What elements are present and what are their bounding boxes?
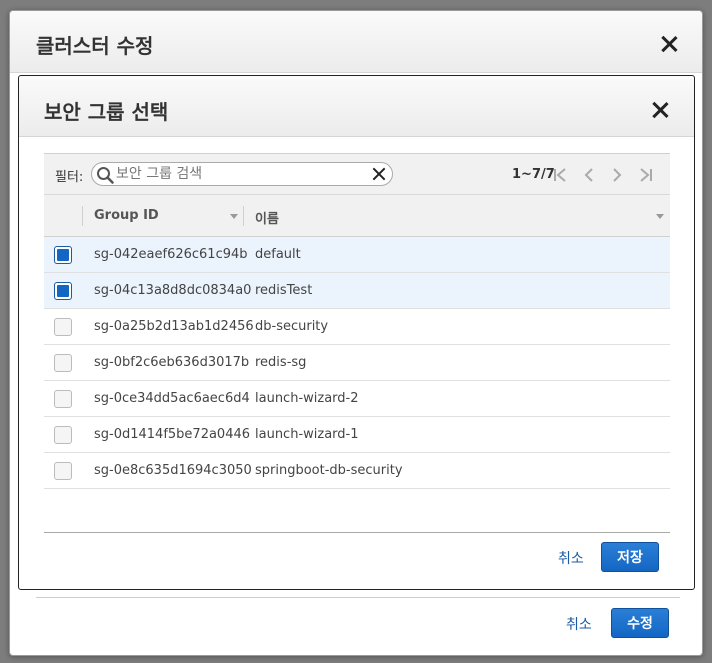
column-divider <box>243 206 244 226</box>
group-id-cell: sg-0a25b2d13ab1d2456 <box>94 319 254 334</box>
table-row[interactable]: sg-0a25b2d13ab1d2456 db-security <box>44 309 670 345</box>
filter-label: 필터: <box>55 170 84 185</box>
group-id-cell: sg-0bf2c6eb636d3017b <box>94 355 250 370</box>
column-divider <box>82 206 83 226</box>
first-page-icon[interactable] <box>553 167 569 183</box>
row-checkbox[interactable] <box>54 354 72 372</box>
group-id-cell: sg-0d1414f5be72a0446 <box>94 427 251 442</box>
table-bottom-divider <box>44 532 670 533</box>
group-name-cell: launch-wizard-2 <box>255 391 359 406</box>
group-name-cell: default <box>255 247 301 262</box>
column-header-name[interactable]: 이름 <box>255 208 279 227</box>
group-name-cell: redis-sg <box>255 355 307 370</box>
sort-arrow-icon[interactable] <box>230 214 238 219</box>
row-checkbox[interactable] <box>54 462 72 480</box>
select-security-group-title: 보안 그룹 선택 <box>44 100 169 124</box>
search-box[interactable] <box>91 162 393 186</box>
prev-page-icon[interactable] <box>581 167 597 183</box>
security-group-table: 필터: 1~7/7 <box>44 153 670 566</box>
select-security-group-header: 보안 그룹 선택 <box>19 76 694 137</box>
pagination-count: 1~7/7 <box>512 167 555 182</box>
row-checkbox[interactable] <box>54 318 72 336</box>
row-checkbox[interactable] <box>54 390 72 408</box>
edit-cluster-header: 클러스터 수정 <box>10 11 702 73</box>
group-id-cell: sg-042eaef626c61c94b <box>94 247 248 262</box>
last-page-icon[interactable] <box>637 167 653 183</box>
column-header-group-id[interactable]: Group ID <box>94 208 159 223</box>
table-row[interactable]: sg-0bf2c6eb636d3017b redis-sg <box>44 345 670 381</box>
group-id-cell: sg-0ce34dd5ac6aec6d4 <box>94 391 250 406</box>
edit-cluster-submit-button[interactable]: 수정 <box>611 608 669 638</box>
close-icon[interactable] <box>660 35 678 53</box>
table-row[interactable]: sg-042eaef626c61c94b default <box>44 237 670 273</box>
group-name-cell: db-security <box>255 319 329 334</box>
table-row[interactable]: sg-04c13a8d8dc0834a0 redisTest <box>44 273 670 309</box>
close-icon[interactable] <box>651 101 669 119</box>
search-input[interactable] <box>116 165 366 183</box>
footer-divider <box>36 597 680 598</box>
select-security-group-modal: 보안 그룹 선택 필터: 1~7/7 <box>18 75 695 590</box>
search-icon <box>97 167 114 184</box>
table-row[interactable]: sg-0ce34dd5ac6aec6d4 launch-wizard-2 <box>44 381 670 417</box>
clear-search-icon[interactable] <box>372 167 386 181</box>
row-checkbox[interactable] <box>54 282 72 300</box>
edit-cluster-cancel-button[interactable]: 취소 <box>566 614 592 634</box>
group-name-cell: redisTest <box>255 283 313 298</box>
group-name-cell: springboot-db-security <box>255 463 403 478</box>
sort-arrow-icon[interactable] <box>656 214 664 219</box>
table-row[interactable]: sg-0e8c635d1694c3050 springboot-db-secur… <box>44 453 670 489</box>
table-body: sg-042eaef626c61c94b default sg-04c13a8d… <box>44 237 670 489</box>
security-group-save-button[interactable]: 저장 <box>601 542 659 572</box>
row-checkbox[interactable] <box>54 246 72 264</box>
group-id-cell: sg-04c13a8d8dc0834a0 <box>94 283 252 298</box>
group-name-cell: launch-wizard-1 <box>255 427 359 442</box>
table-row[interactable]: sg-0d1414f5be72a0446 launch-wizard-1 <box>44 417 670 453</box>
table-header-row: Group ID 이름 <box>44 195 670 237</box>
next-page-icon[interactable] <box>609 167 625 183</box>
group-id-cell: sg-0e8c635d1694c3050 <box>94 463 252 478</box>
filter-bar: 필터: 1~7/7 <box>44 153 670 195</box>
row-checkbox[interactable] <box>54 426 72 444</box>
security-group-cancel-button[interactable]: 취소 <box>558 548 584 568</box>
edit-cluster-title: 클러스터 수정 <box>36 34 154 58</box>
